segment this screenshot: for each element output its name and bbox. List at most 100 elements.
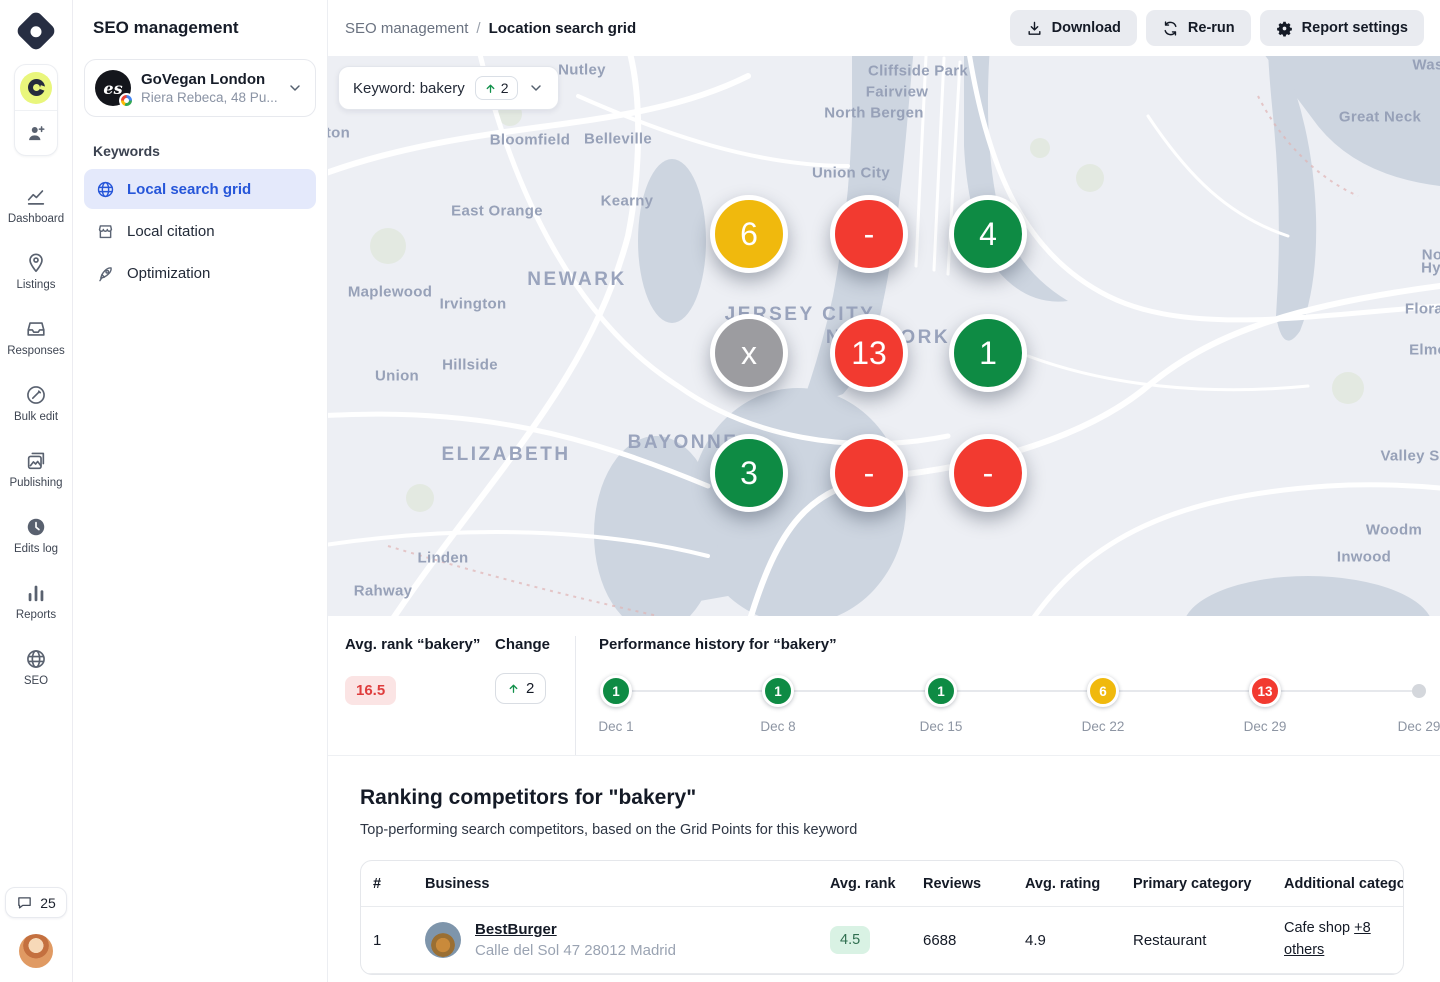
sidebar-item-label: Optimization bbox=[127, 265, 210, 282]
column-header: Primary category bbox=[1121, 876, 1272, 892]
rail-item-publishing[interactable]: Publishing bbox=[9, 450, 62, 489]
button-label: Report settings bbox=[1302, 20, 1408, 36]
keyword-label: Keyword: bakery bbox=[353, 80, 465, 97]
rail-item-reports[interactable]: Reports bbox=[16, 582, 56, 621]
sidebar-item-local-citation[interactable]: Local citation bbox=[84, 211, 316, 251]
chevron-down-icon bbox=[287, 80, 303, 96]
competitors-title: Ranking competitors for "bakery" bbox=[360, 786, 1404, 810]
table-row[interactable]: 1BestBurgerCalle del Sol 47 28012 Madrid… bbox=[361, 907, 1403, 974]
change-label: Change bbox=[495, 636, 575, 653]
rail-item-listings[interactable]: Listings bbox=[16, 252, 55, 291]
active-workspace-avatar[interactable] bbox=[15, 65, 57, 110]
competitors-section: Ranking competitors for "bakery" Top-per… bbox=[328, 756, 1440, 982]
rail-item-responses[interactable]: Responses bbox=[7, 318, 65, 357]
user-avatar[interactable] bbox=[19, 934, 53, 968]
business-name: GoVegan London bbox=[141, 71, 277, 88]
avg-rank-label: Avg. rank “bakery” bbox=[345, 636, 495, 653]
chevron-down-icon bbox=[528, 80, 544, 96]
rank-cell: 1 bbox=[361, 932, 413, 949]
grid-point[interactable]: - bbox=[830, 195, 908, 273]
history-point[interactable]: 1 bbox=[762, 675, 794, 707]
diamond-logo-icon bbox=[15, 10, 57, 52]
chat-counter-button[interactable]: 25 bbox=[5, 887, 67, 918]
history-date-label: Dec 29 bbox=[1398, 719, 1440, 734]
bulk-edit-icon bbox=[25, 384, 47, 406]
breadcrumb-parent[interactable]: SEO management bbox=[345, 20, 468, 37]
listings-icon bbox=[25, 252, 47, 274]
main-area: SEO management / Location search grid Do… bbox=[328, 0, 1440, 982]
button-label: Re-run bbox=[1188, 20, 1235, 36]
grid-point[interactable]: 6 bbox=[710, 195, 788, 273]
breadcrumb: SEO management / Location search grid bbox=[345, 20, 636, 37]
icon-rail: Dashboard Listings Responses Bulk edit Publi… bbox=[0, 0, 73, 982]
column-header: # bbox=[361, 876, 413, 892]
history-point[interactable]: 13 bbox=[1249, 675, 1281, 707]
history-point[interactable]: 6 bbox=[1087, 675, 1119, 707]
rail-item-label: Edits log bbox=[14, 543, 58, 555]
rail-item-label: Listings bbox=[16, 279, 55, 291]
keywords-nav: Local search gridLocal citation Optimizat… bbox=[84, 169, 316, 293]
app-logo bbox=[17, 12, 55, 50]
download-button[interactable]: Download bbox=[1010, 10, 1137, 46]
sidebar-item-local-search-grid[interactable]: Local search grid bbox=[84, 169, 316, 209]
history-date-label: Dec 29 bbox=[1244, 719, 1287, 734]
rail-item-label: Reports bbox=[16, 609, 56, 621]
responses-icon bbox=[25, 318, 47, 340]
globe-icon bbox=[96, 180, 115, 199]
keyword-change-pill: 2 bbox=[475, 76, 518, 100]
rail-item-label: Bulk edit bbox=[14, 411, 58, 423]
rail-item-seo[interactable]: SEO bbox=[24, 648, 48, 687]
rail-item-dashboard[interactable]: Dashboard bbox=[8, 186, 64, 225]
history-point[interactable]: 1 bbox=[600, 675, 632, 707]
change-pill: 2 bbox=[495, 673, 546, 704]
report-settings-button[interactable]: Report settings bbox=[1260, 10, 1424, 46]
arrow-up-icon bbox=[484, 82, 497, 95]
performance-history: Performance history for “bakery” 1Dec 11… bbox=[575, 636, 1440, 755]
primary-category-cell: Restaurant bbox=[1121, 932, 1272, 949]
download-icon bbox=[1026, 20, 1043, 37]
avg-rank-cell: 4.5 bbox=[818, 926, 911, 954]
column-header: Reviews bbox=[911, 876, 1013, 892]
seo-icon bbox=[25, 648, 47, 670]
grid-point[interactable]: 3 bbox=[710, 434, 788, 512]
rail-item-label: Dashboard bbox=[8, 213, 64, 225]
stats-strip: Avg. rank “bakery” 16.5 Change 2 Perform… bbox=[328, 616, 1440, 756]
re-run-button[interactable]: Re-run bbox=[1146, 10, 1251, 46]
keyword-selector[interactable]: Keyword: bakery 2 bbox=[338, 66, 559, 110]
sidebar-title: SEO management bbox=[84, 18, 316, 38]
grid-point[interactable]: - bbox=[830, 434, 908, 512]
business-selector[interactable]: es GoVegan London Riera Rebeca, 48 Pu... bbox=[84, 59, 316, 117]
history-point[interactable]: 1 bbox=[925, 675, 957, 707]
additional-categories-link[interactable]: +8 others bbox=[1284, 920, 1371, 958]
business-photo bbox=[425, 922, 461, 958]
column-header: Avg. rating bbox=[1013, 876, 1121, 892]
keyword-change-value: 2 bbox=[501, 80, 509, 96]
add-workspace-button[interactable] bbox=[15, 110, 57, 155]
table-body: 1BestBurgerCalle del Sol 47 28012 Madrid… bbox=[361, 907, 1403, 974]
rail-item-label: SEO bbox=[24, 675, 48, 687]
google-badge-icon bbox=[119, 93, 134, 108]
chat-bubble-icon bbox=[16, 894, 33, 911]
column-header: Avg. rank bbox=[818, 876, 911, 892]
rail-item-bulk-edit[interactable]: Bulk edit bbox=[14, 384, 58, 423]
sidebar-item-optimization[interactable]: Optimization bbox=[84, 253, 316, 293]
rail-item-label: Responses bbox=[7, 345, 65, 357]
person-add-icon bbox=[26, 123, 47, 144]
avg-rating-cell: 4.9 bbox=[1013, 932, 1121, 949]
grid-point[interactable]: 13 bbox=[830, 314, 908, 392]
business-name-link[interactable]: BestBurger bbox=[475, 921, 676, 938]
storefront-icon bbox=[96, 222, 115, 241]
grid-point[interactable]: 1 bbox=[949, 314, 1027, 392]
grid-point[interactable]: x bbox=[710, 314, 788, 392]
history-date-label: Dec 15 bbox=[920, 719, 963, 734]
dashboard-icon bbox=[25, 186, 47, 208]
grid-point[interactable]: 4 bbox=[949, 195, 1027, 273]
button-label: Download bbox=[1052, 20, 1121, 36]
breadcrumb-current: Location search grid bbox=[489, 20, 637, 37]
rail-item-edits-log[interactable]: Edits log bbox=[14, 516, 58, 555]
business-cell: BestBurgerCalle del Sol 47 28012 Madrid bbox=[413, 921, 818, 959]
grid-point[interactable]: - bbox=[949, 434, 1027, 512]
location-grid-map[interactable]: NutleyCliffside ParkFairviewNorth Bergen… bbox=[328, 56, 1440, 616]
avg-rank-value: 16.5 bbox=[345, 676, 396, 705]
rail-nav: Dashboard Listings Responses Bulk edit Publi… bbox=[7, 186, 65, 687]
